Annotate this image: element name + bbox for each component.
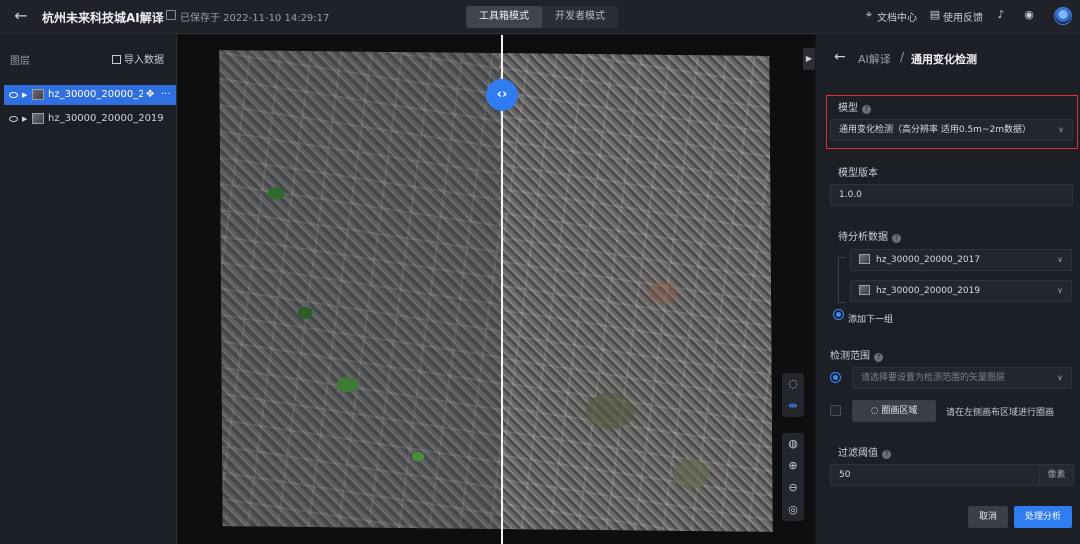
- breadcrumb-parent[interactable]: AI解译: [858, 51, 891, 67]
- caret-right-icon[interactable]: ▶: [22, 85, 27, 105]
- model-label: 模型?: [838, 99, 871, 114]
- swipe-divider[interactable]: [501, 35, 503, 544]
- eye-icon[interactable]: [9, 92, 18, 98]
- zoom-out-icon[interactable]: ⊖: [782, 477, 804, 499]
- imagery-2017: [499, 53, 773, 532]
- threshold-label: 过滤阈值?: [838, 444, 891, 459]
- raster-thumbnail-icon: [32, 89, 44, 100]
- draw-area-button[interactable]: ◌ 圈画区域: [852, 400, 936, 422]
- swipe-handle-icon[interactable]: ‹›: [486, 79, 518, 111]
- save-status: 已保存于 2022-11-10 14:29:17: [180, 13, 330, 24]
- save-icon: [166, 10, 176, 20]
- help-icon: ?: [882, 450, 891, 459]
- input-data-label: 待分析数据?: [838, 228, 901, 243]
- page-title: 通用变化检测: [911, 53, 977, 66]
- data-select-1[interactable]: hz_30000_20000_2017 ∨: [850, 249, 1072, 271]
- compass-icon[interactable]: ◎: [782, 499, 804, 521]
- layer-row-2017[interactable]: ▶ hz_30000_20000_2... ✥ ···: [4, 85, 176, 105]
- model-version-label: 模型版本: [838, 168, 878, 179]
- chevron-down-icon: ∨: [1058, 125, 1064, 134]
- avatar[interactable]: [1054, 7, 1072, 25]
- import-data-label: 导入数据: [124, 55, 164, 66]
- cancel-button[interactable]: 取消: [968, 506, 1008, 528]
- caret-right-icon[interactable]: ▶: [22, 109, 27, 129]
- docs-link[interactable]: 文档中心: [877, 9, 917, 24]
- layer-name: hz_30000_20000_2019: [48, 113, 164, 124]
- range-layer-radio[interactable]: [830, 372, 841, 383]
- feedback-link[interactable]: 使用反馈: [943, 9, 983, 24]
- feedback-icon: ▤: [929, 8, 941, 21]
- mode-switch: 工具箱模式 开发者模式: [466, 6, 618, 28]
- layer-panel: 图层 导入数据 ▶ hz_30000_20000_2... ✥ ··· ▶ hz…: [0, 35, 177, 544]
- chevron-down-icon: ∨: [1057, 255, 1063, 264]
- map-canvas[interactable]: ‹› ◌ ⇹ ◍ ⊕ ⊖ ◎: [178, 35, 815, 544]
- draw-icon: ◌: [870, 406, 882, 416]
- add-next-group-link[interactable]: 添加下一组: [848, 312, 893, 325]
- tab-developer-mode[interactable]: 开发者模式: [542, 6, 618, 28]
- layer-row-2019[interactable]: ▶ hz_30000_20000_2019: [4, 109, 176, 129]
- zoom-in-icon[interactable]: ⊕: [782, 455, 804, 477]
- globe-view-icon[interactable]: ◍: [782, 433, 804, 455]
- layer-panel-title: 图层: [10, 56, 30, 67]
- layer-name: hz_30000_20000_2...: [48, 89, 143, 100]
- back-arrow-icon[interactable]: ←: [12, 7, 30, 25]
- top-bar: ← 杭州未来科技城AI解译 已保存于 2022-11-10 14:29:17 工…: [0, 0, 1080, 34]
- location-icon: ⌖: [865, 8, 873, 21]
- raster-thumbnail-icon: [32, 113, 44, 124]
- help-icon: ?: [874, 353, 883, 362]
- draw-area-checkbox[interactable]: [830, 405, 841, 416]
- add-group-radio[interactable]: [833, 309, 844, 320]
- raster-thumbnail-icon: [859, 254, 870, 264]
- process-analysis-button[interactable]: 处理分析: [1014, 506, 1072, 528]
- chevron-down-icon: ∨: [1057, 286, 1063, 295]
- globe-icon[interactable]: ◉: [1022, 8, 1036, 22]
- satellite-imagery: [219, 50, 773, 532]
- help-icon: ?: [862, 105, 871, 114]
- draw-area-hint: 请在左侧画布区域进行圈画: [946, 408, 1055, 418]
- split-compare-icon[interactable]: ⇹: [782, 395, 804, 417]
- model-select[interactable]: 通用变化检测（高分辨率 适用0.5m~2m数据） ∨: [830, 119, 1073, 141]
- collapse-right-panel-icon[interactable]: ▶: [803, 48, 815, 70]
- project-title: 杭州未来科技城AI解译: [42, 11, 164, 25]
- tab-toolbox-mode[interactable]: 工具箱模式: [466, 6, 542, 28]
- tree-connector: [838, 257, 846, 303]
- analysis-panel: ← AI解译 / 通用变化检测 模型? 通用变化检测（高分辨率 适用0.5m~2…: [816, 35, 1080, 544]
- move-icon[interactable]: ✥: [146, 85, 154, 105]
- detect-range-label: 检测范围?: [830, 347, 883, 362]
- range-layer-select[interactable]: 请选择要设置为检测范围的矢量图层 ∨: [852, 367, 1072, 389]
- more-icon[interactable]: ···: [161, 85, 171, 105]
- import-icon: [112, 55, 121, 64]
- back-arrow-icon[interactable]: ←: [834, 49, 846, 65]
- model-version-select[interactable]: 1.0.0: [830, 184, 1073, 206]
- data-select-2[interactable]: hz_30000_20000_2019 ∨: [850, 280, 1072, 302]
- imagery-2019: [219, 50, 503, 530]
- map-toolbar-top: ◌ ⇹: [782, 373, 804, 417]
- help-icon: ?: [892, 234, 901, 243]
- raster-thumbnail-icon: [859, 285, 870, 295]
- breadcrumb-separator: /: [900, 50, 905, 64]
- chevron-down-icon: ∨: [1057, 373, 1063, 382]
- eye-icon[interactable]: [9, 116, 18, 122]
- threshold-unit: 像素: [1039, 465, 1073, 485]
- threshold-input[interactable]: 50 像素: [830, 464, 1074, 486]
- locate-icon[interactable]: ◌: [782, 373, 804, 395]
- import-data-button[interactable]: 导入数据: [112, 51, 164, 66]
- map-toolbar-bottom: ◍ ⊕ ⊖ ◎: [782, 433, 804, 521]
- bell-icon[interactable]: ♪: [994, 8, 1008, 22]
